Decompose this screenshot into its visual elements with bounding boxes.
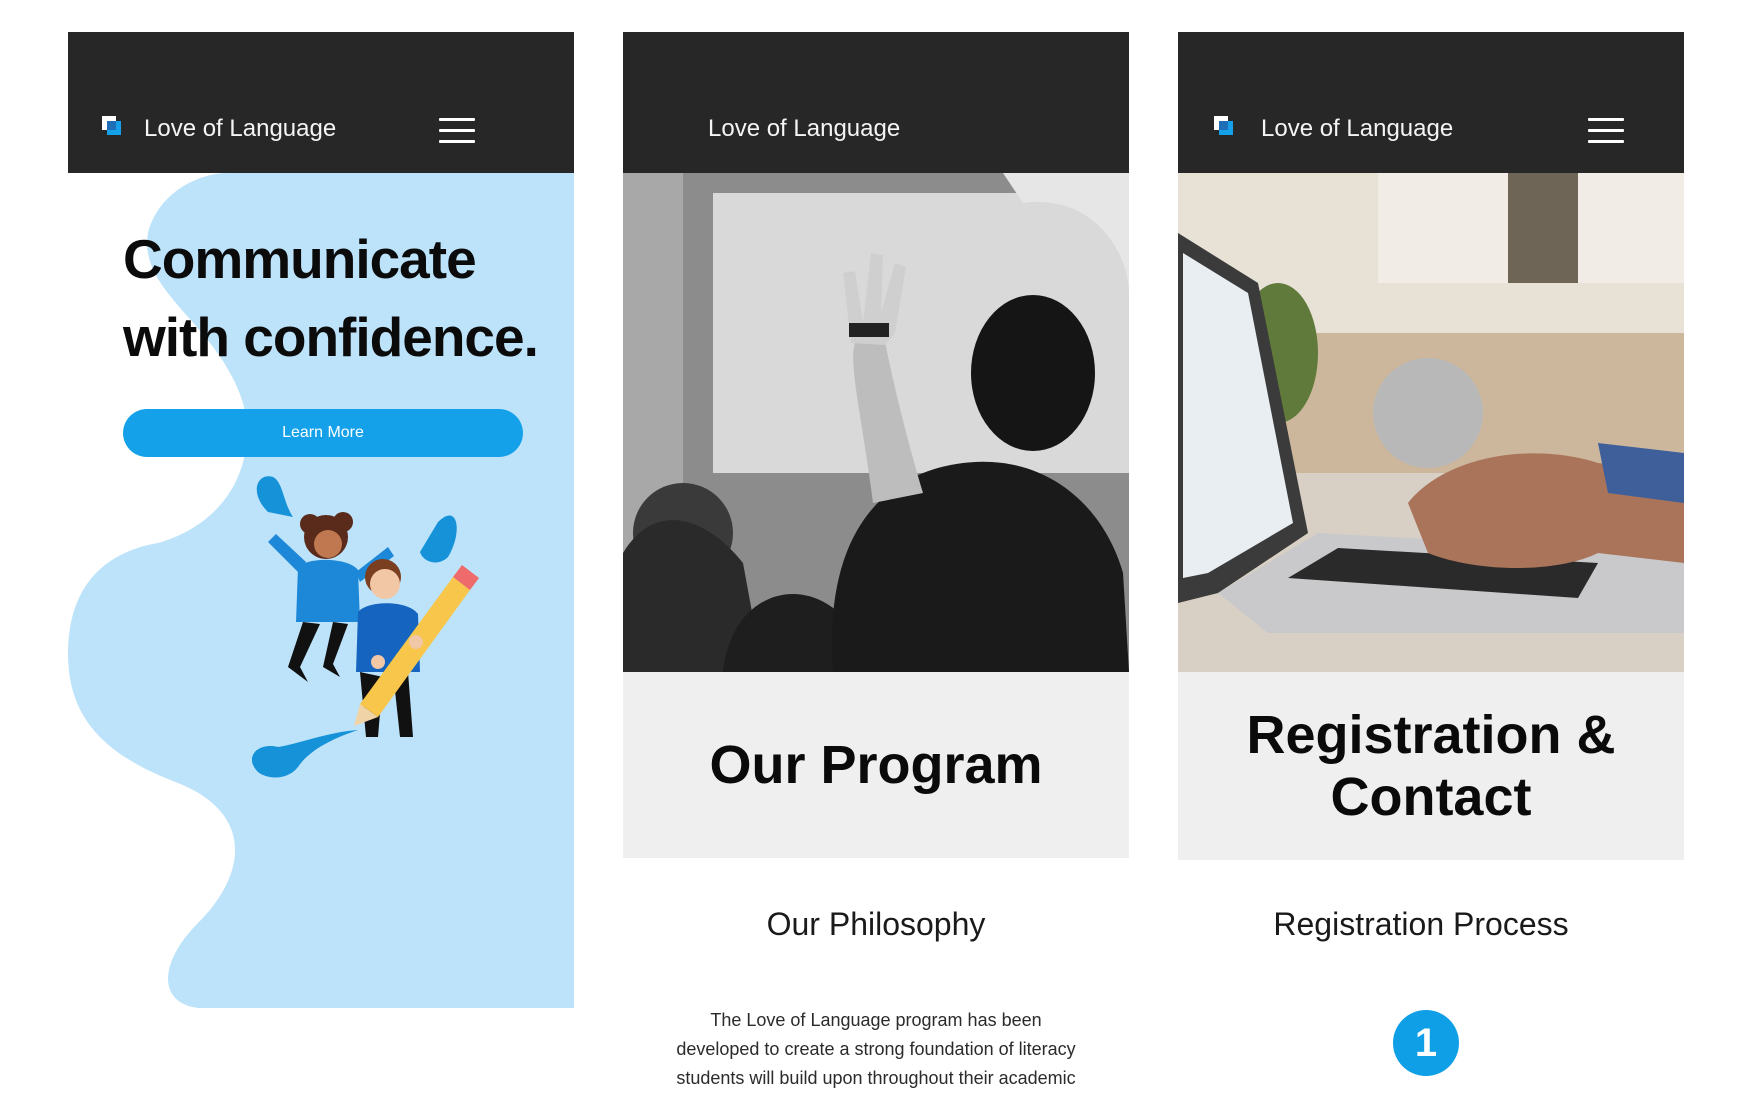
registration-process-title: Registration Process	[1273, 906, 1569, 942]
registration-screen: Love of Language Registration & Contact …	[1178, 32, 1684, 1116]
headline-line-2: with confidence.	[123, 306, 539, 368]
step-number-badge: 1	[1393, 1010, 1459, 1076]
top-navigation-bar: Love of Language	[68, 32, 574, 173]
kids-with-pencil-illustration	[251, 476, 479, 778]
top-navigation-bar: Love of Language	[1178, 32, 1684, 173]
program-screen: Love of Language Our Program Our Philoso…	[623, 32, 1129, 1116]
brand-name[interactable]: Love of Language	[144, 114, 336, 144]
home-screen: Love of Language Communicate with confid…	[68, 32, 574, 1008]
program-heading-panel: Our Program	[623, 672, 1129, 858]
registration-heading: Registration & Contact	[1246, 704, 1615, 828]
student-raising-hand-photo	[623, 173, 1129, 672]
program-heading: Our Program	[709, 735, 1043, 795]
philosophy-text: The Love of Language program has been de…	[657, 1006, 1095, 1093]
learn-more-button[interactable]: Learn More	[123, 409, 523, 457]
philosophy-title: Our Philosophy	[766, 906, 986, 942]
hamburger-menu-icon[interactable]	[1588, 118, 1624, 144]
brand-name[interactable]: Love of Language	[1261, 114, 1453, 144]
registration-heading-panel: Registration & Contact	[1178, 672, 1684, 860]
registration-heading-line-1: Registration &	[1246, 705, 1616, 765]
hamburger-menu-icon[interactable]	[439, 118, 475, 144]
philosophy-line-3: students will build upon throughout thei…	[676, 1068, 1076, 1088]
logo-square-icon[interactable]	[1214, 116, 1234, 136]
brand-name[interactable]: Love of Language	[708, 114, 900, 144]
philosophy-line-2: developed to create a strong foundation …	[676, 1039, 1076, 1059]
hero-headline: Communicate with confidence.	[123, 220, 563, 376]
headline-line-1: Communicate	[123, 228, 477, 290]
top-navigation-bar: Love of Language	[623, 32, 1129, 173]
laptop-typing-photo	[1178, 173, 1684, 672]
philosophy-line-1: The Love of Language program has been	[710, 1010, 1042, 1030]
registration-heading-line-2: Contact	[1330, 767, 1532, 827]
logo-square-icon[interactable]	[102, 116, 122, 136]
